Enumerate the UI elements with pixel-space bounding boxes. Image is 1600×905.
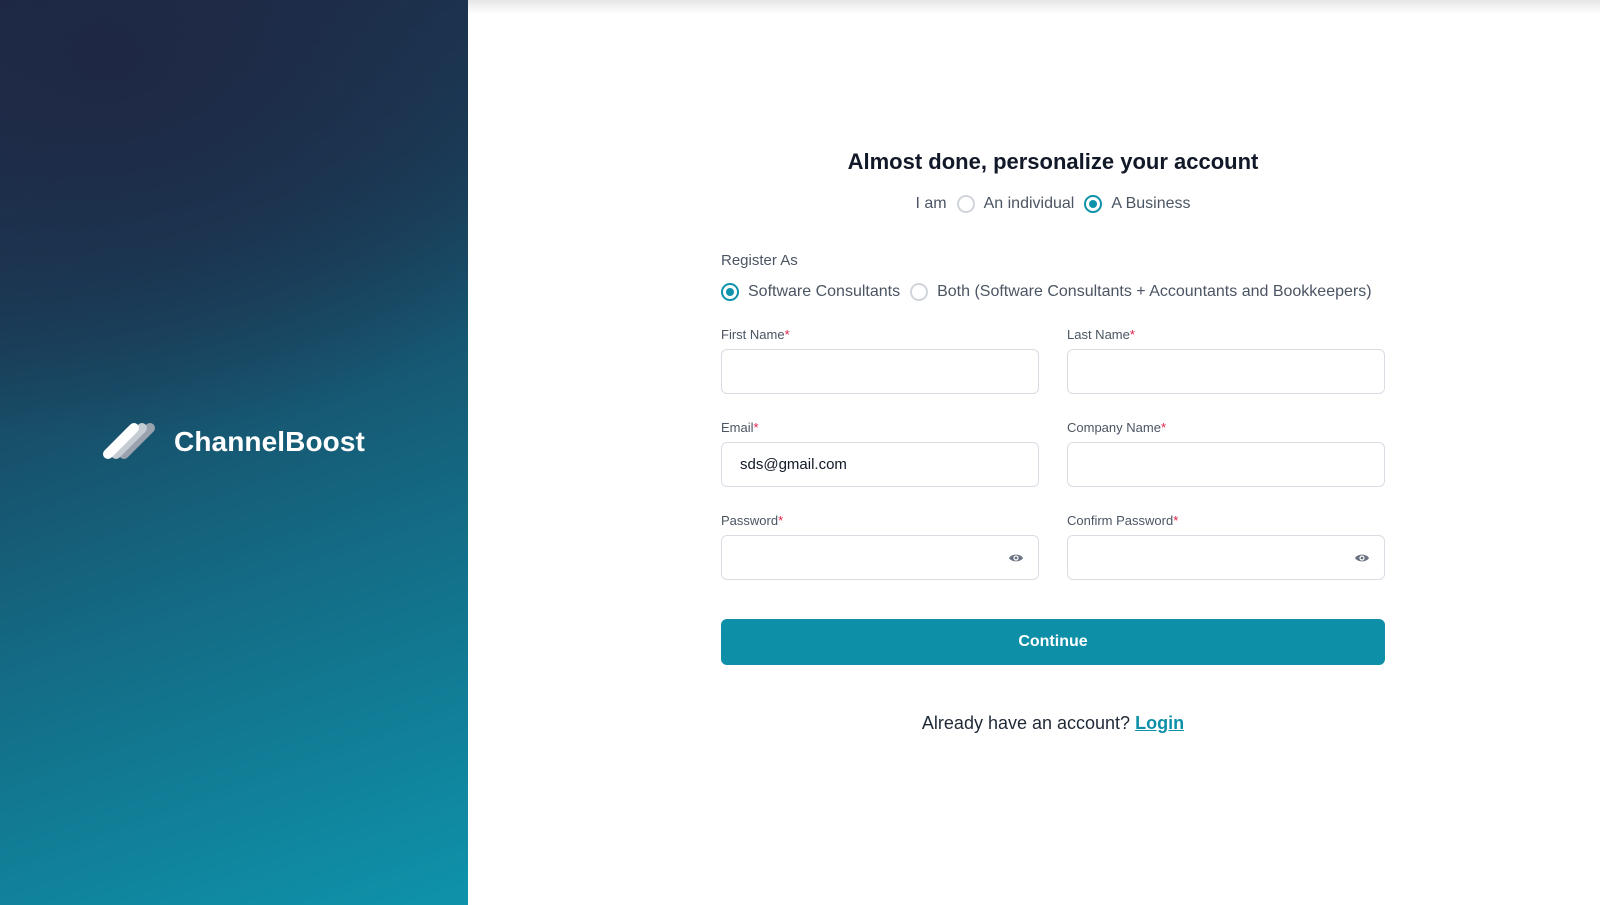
radio-software-consultants[interactable]: Software Consultants	[721, 283, 900, 301]
radio-software-consultants-circle[interactable]	[721, 283, 739, 301]
account-type-label: I am	[915, 195, 947, 212]
login-prompt: Already have an account?	[921, 713, 1131, 733]
last-name-field: Last Name*	[1067, 327, 1385, 394]
login-link[interactable]: Login	[1135, 713, 1184, 733]
account-type-group: I am An individual A Business	[721, 195, 1385, 213]
email-label-text: Email	[721, 420, 754, 435]
first-name-input[interactable]	[721, 349, 1039, 394]
company-name-field: Company Name*	[1067, 420, 1385, 487]
eye-icon[interactable]	[1354, 552, 1370, 564]
first-name-label-text: First Name	[721, 327, 785, 342]
register-as-label: Register As	[721, 252, 798, 269]
radio-software-consultants-label: Software Consultants	[748, 283, 901, 300]
signup-form: Almost done, personalize your account I …	[721, 140, 1385, 734]
confirm-password-input[interactable]	[1067, 535, 1385, 580]
required-marker: *	[778, 513, 784, 528]
password-input[interactable]	[721, 535, 1039, 580]
email-input[interactable]: sds@gmail.com	[721, 442, 1039, 487]
last-name-label: Last Name*	[1067, 327, 1385, 342]
brand-panel: ChannelBoost	[0, 0, 468, 905]
radio-business-label: A Business	[1111, 195, 1191, 212]
radio-both-label: Both (Software Consultants + Accountants…	[937, 283, 1372, 300]
radio-both[interactable]: Both (Software Consultants + Accountants…	[910, 283, 1372, 301]
fields-grid: First Name* Last Name* Email* sds@gmail.…	[721, 327, 1385, 580]
last-name-input[interactable]	[1067, 349, 1385, 394]
email-field: Email* sds@gmail.com	[721, 420, 1039, 487]
last-name-label-text: Last Name	[1067, 327, 1130, 342]
required-marker: *	[753, 420, 759, 435]
radio-business-circle[interactable]	[1084, 195, 1103, 213]
radio-individual-circle[interactable]	[956, 195, 975, 213]
confirm-password-field: Confirm Password*	[1067, 513, 1385, 580]
company-name-label: Company Name*	[1067, 420, 1385, 435]
required-marker: *	[1173, 513, 1179, 528]
required-marker: *	[1129, 327, 1135, 342]
row-gap	[1067, 394, 1385, 420]
password-label: Password*	[721, 513, 1039, 528]
brand-name: ChannelBoost	[174, 426, 365, 457]
required-marker: *	[1160, 420, 1166, 435]
company-name-label-text: Company Name	[1067, 420, 1161, 435]
confirm-password-label-text: Confirm Password	[1067, 513, 1174, 528]
signup-page: ChannelBoost Almost done, personalize yo…	[0, 0, 1600, 905]
row-gap	[1067, 487, 1385, 513]
password-label-text: Password	[721, 513, 779, 528]
first-name-field: First Name*	[721, 327, 1039, 394]
main-content: Almost done, personalize your account I …	[468, 0, 1600, 905]
row-gap	[721, 487, 1039, 513]
required-marker: *	[784, 327, 790, 342]
channelboost-logo-icon	[103, 423, 155, 459]
confirm-password-label: Confirm Password*	[1067, 513, 1385, 528]
row-gap	[721, 394, 1039, 420]
radio-individual-label: An individual	[983, 195, 1075, 212]
email-label: Email*	[721, 420, 1039, 435]
continue-button[interactable]: Continue	[721, 619, 1385, 665]
eye-icon[interactable]	[1008, 552, 1024, 564]
register-as-group: Software Consultants Both (Software Cons…	[721, 283, 1385, 301]
first-name-label: First Name*	[721, 327, 1039, 342]
login-prompt-row: Already have an account? Login	[721, 713, 1385, 734]
page-title: Almost done, personalize your account	[847, 149, 1259, 174]
brand: ChannelBoost	[100, 420, 365, 464]
company-name-input[interactable]	[1067, 442, 1385, 487]
radio-both-circle[interactable]	[910, 283, 929, 301]
radio-business[interactable]: A Business	[1084, 195, 1191, 213]
radio-individual[interactable]: An individual	[956, 195, 1075, 213]
password-field: Password*	[721, 513, 1039, 580]
